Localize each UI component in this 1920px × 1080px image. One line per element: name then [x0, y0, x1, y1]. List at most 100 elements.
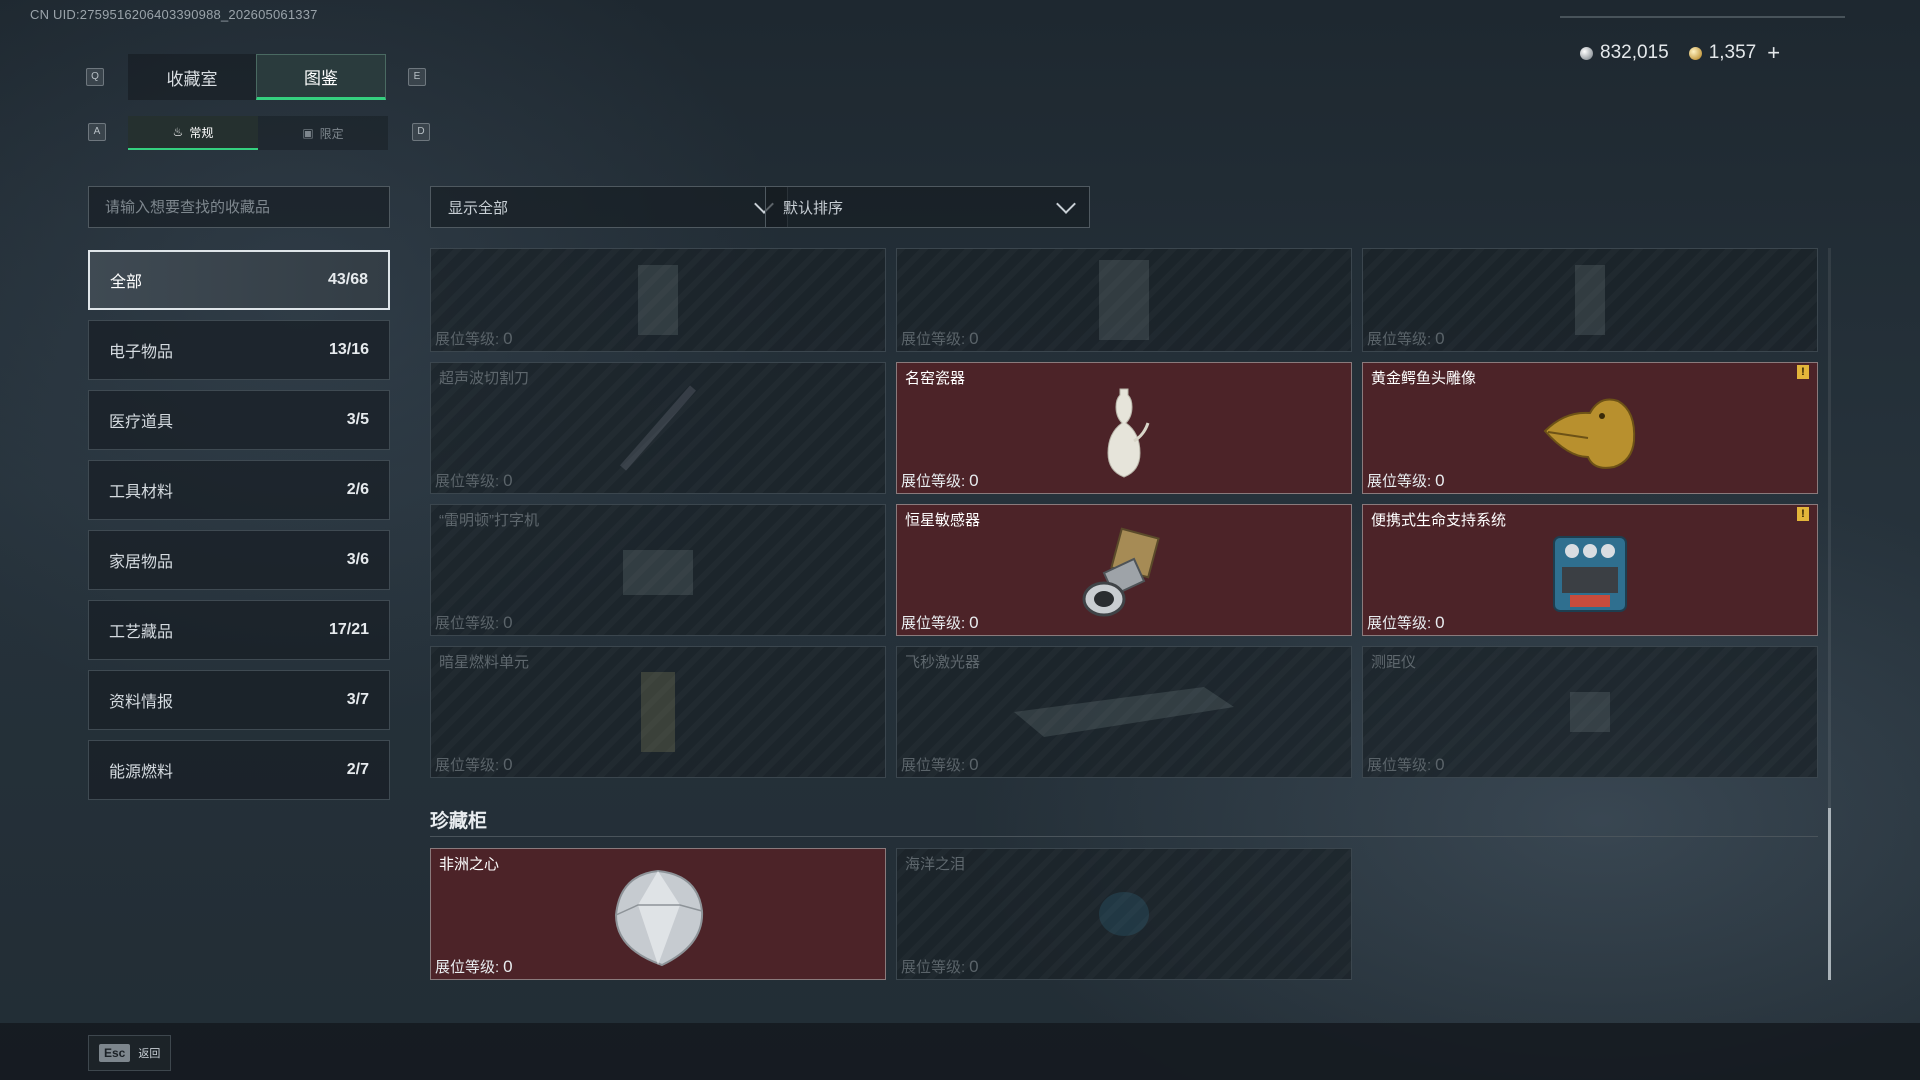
item-name: 黄金鳄鱼头雕像: [1371, 370, 1477, 387]
alert-icon: !: [1797, 365, 1809, 379]
collection-item-card[interactable]: 展位等级: 0: [896, 248, 1352, 352]
filter-dropdown[interactable]: 显示全部: [430, 186, 788, 228]
back-label: 返回: [138, 1048, 161, 1060]
search-input[interactable]: [88, 186, 390, 228]
item-level: 展位等级: 0: [435, 957, 513, 976]
item-name: 超声波切割刀: [439, 370, 530, 387]
category-label: 能源燃料: [109, 764, 174, 781]
gold-currency: 1,357 +: [1688, 40, 1780, 66]
category-label: 全部: [110, 274, 143, 291]
category-intel[interactable]: 资料情报 3/7: [88, 670, 390, 730]
esc-key-hint: Esc: [99, 1044, 131, 1062]
gold-amount: 1,357: [1708, 42, 1757, 63]
collection-item-card[interactable]: 海洋之泪 展位等级: 0: [896, 848, 1352, 980]
category-label: 工艺藏品: [109, 624, 174, 641]
subtab-regular[interactable]: ♨ 常规: [128, 116, 258, 150]
subtab-regular-label: 常规: [189, 125, 214, 140]
collection-item-card[interactable]: 展位等级: 0: [430, 248, 886, 352]
category-energy[interactable]: 能源燃料 2/7: [88, 740, 390, 800]
subtab-limited-label: 限定: [319, 126, 344, 141]
collection-item-card[interactable]: 名窑瓷器 展位等级: 0: [896, 362, 1352, 494]
collection-item-card[interactable]: “雷明顿”打字机 展位等级: 0: [430, 504, 886, 636]
porcelain-vase-icon: [1107, 388, 1150, 478]
section-divider: [430, 836, 1818, 837]
item-level: 展位等级: 0: [901, 755, 979, 774]
item-level: 展位等级: 0: [1367, 329, 1445, 348]
item-silhouette: [1014, 687, 1234, 737]
collection-item-card[interactable]: 展位等级: 0: [1362, 248, 1818, 352]
item-level: 展位等级: 0: [901, 613, 979, 632]
category-label: 工具材料: [109, 484, 174, 501]
collection-item-card[interactable]: 暗星燃料单元 展位等级: 0: [430, 646, 886, 778]
category-label: 医疗道具: [109, 414, 174, 431]
filter-dropdown-value: 显示全部: [448, 199, 509, 217]
alert-icon: !: [1797, 507, 1809, 521]
item-silhouette: [619, 385, 697, 471]
silver-coin-icon: [1580, 46, 1593, 60]
item-name: 海洋之泪: [905, 856, 966, 873]
category-label: 资料情报: [109, 694, 174, 711]
category-count: 13/16: [328, 341, 369, 358]
category-label: 家居物品: [109, 554, 174, 571]
category-electronics[interactable]: 电子物品 13/16: [88, 320, 390, 380]
category-tools[interactable]: 工具材料 2/6: [88, 460, 390, 520]
item-level: 展位等级: 0: [1367, 755, 1445, 774]
category-list: 全部 43/68 电子物品 13/16 医疗道具 3/5 工具材料 2/6 家居物品 3/…: [88, 250, 390, 810]
main-tabs: 收藏室 图鉴: [128, 54, 386, 100]
footer-bar: [0, 1023, 1920, 1080]
flame-icon: ♨: [172, 125, 184, 139]
subtab-limited[interactable]: ▣ 限定: [258, 116, 388, 150]
category-count: 43/68: [327, 271, 368, 288]
category-label: 电子物品: [109, 344, 174, 361]
key-hint-e: E: [408, 68, 426, 86]
category-medical[interactable]: 医疗道具 3/5: [88, 390, 390, 450]
category-count: 2/6: [346, 481, 369, 498]
category-count: 2/7: [346, 761, 369, 778]
item-level: 展位等级: 0: [435, 613, 513, 632]
category-household[interactable]: 家居物品 3/6: [88, 530, 390, 590]
scrollbar-thumb[interactable]: [1828, 808, 1831, 980]
item-silhouette: [1575, 265, 1605, 335]
category-crafts[interactable]: 工艺藏品 17/21: [88, 600, 390, 660]
silver-amount: 832,015: [1600, 42, 1669, 63]
item-name: 测距仪: [1371, 654, 1417, 671]
collection-item-card[interactable]: 测距仪 展位等级: 0: [1362, 646, 1818, 778]
top-divider: [1560, 16, 1845, 18]
tab-catalog[interactable]: 图鉴: [256, 54, 386, 100]
key-hint-a: A: [88, 123, 106, 141]
item-level: 展位等级: 0: [901, 471, 979, 490]
sort-dropdown[interactable]: 默认排序: [765, 186, 1090, 228]
collection-item-card[interactable]: 黄金鳄鱼头雕像 ! 展位等级: 0: [1362, 362, 1818, 494]
item-level: 展位等级: 0: [901, 957, 979, 976]
item-name: 暗星燃料单元: [439, 654, 530, 671]
item-level: 展位等级: 0: [901, 329, 979, 348]
add-currency-button[interactable]: +: [1767, 40, 1780, 66]
item-silhouette: [1099, 892, 1149, 936]
diamond-gem-icon: [614, 869, 704, 966]
category-count: 3/6: [346, 551, 369, 568]
tab-collection-room[interactable]: 收藏室: [128, 54, 256, 100]
treasure-section-title: 珍藏柜: [430, 811, 488, 832]
category-all[interactable]: 全部 43/68: [88, 250, 390, 310]
star-sensor-icon: [1082, 527, 1160, 617]
item-silhouette: [1099, 260, 1149, 340]
item-name: 飞秒激光器: [905, 654, 981, 671]
chevron-down-icon: [1056, 193, 1076, 214]
item-level: 展位等级: 0: [1367, 613, 1445, 632]
collection-item-card[interactable]: 非洲之心 展位等级: 0: [430, 848, 886, 980]
item-level: 展位等级: 0: [1367, 471, 1445, 490]
silver-currency: 832,015: [1580, 42, 1669, 64]
item-level: 展位等级: 0: [435, 329, 513, 348]
life-support-system-icon: [1553, 535, 1627, 612]
item-name: 便携式生命支持系统: [1371, 512, 1507, 529]
item-name: “雷明顿”打字机: [439, 512, 539, 529]
limited-icon: ▣: [302, 126, 314, 140]
collection-item-card[interactable]: 恒星敏感器 展位等级: 0: [896, 504, 1352, 636]
sort-dropdown-value: 默认排序: [783, 199, 844, 217]
back-button[interactable]: Esc 返回: [88, 1035, 172, 1071]
collection-item-card[interactable]: 飞秒激光器 展位等级: 0: [896, 646, 1352, 778]
item-name: 非洲之心: [439, 856, 500, 873]
category-count: 17/21: [328, 621, 369, 638]
collection-item-card[interactable]: 便携式生命支持系统 ! 展位等级: 0: [1362, 504, 1818, 636]
collection-item-card[interactable]: 超声波切割刀 展位等级: 0: [430, 362, 886, 494]
